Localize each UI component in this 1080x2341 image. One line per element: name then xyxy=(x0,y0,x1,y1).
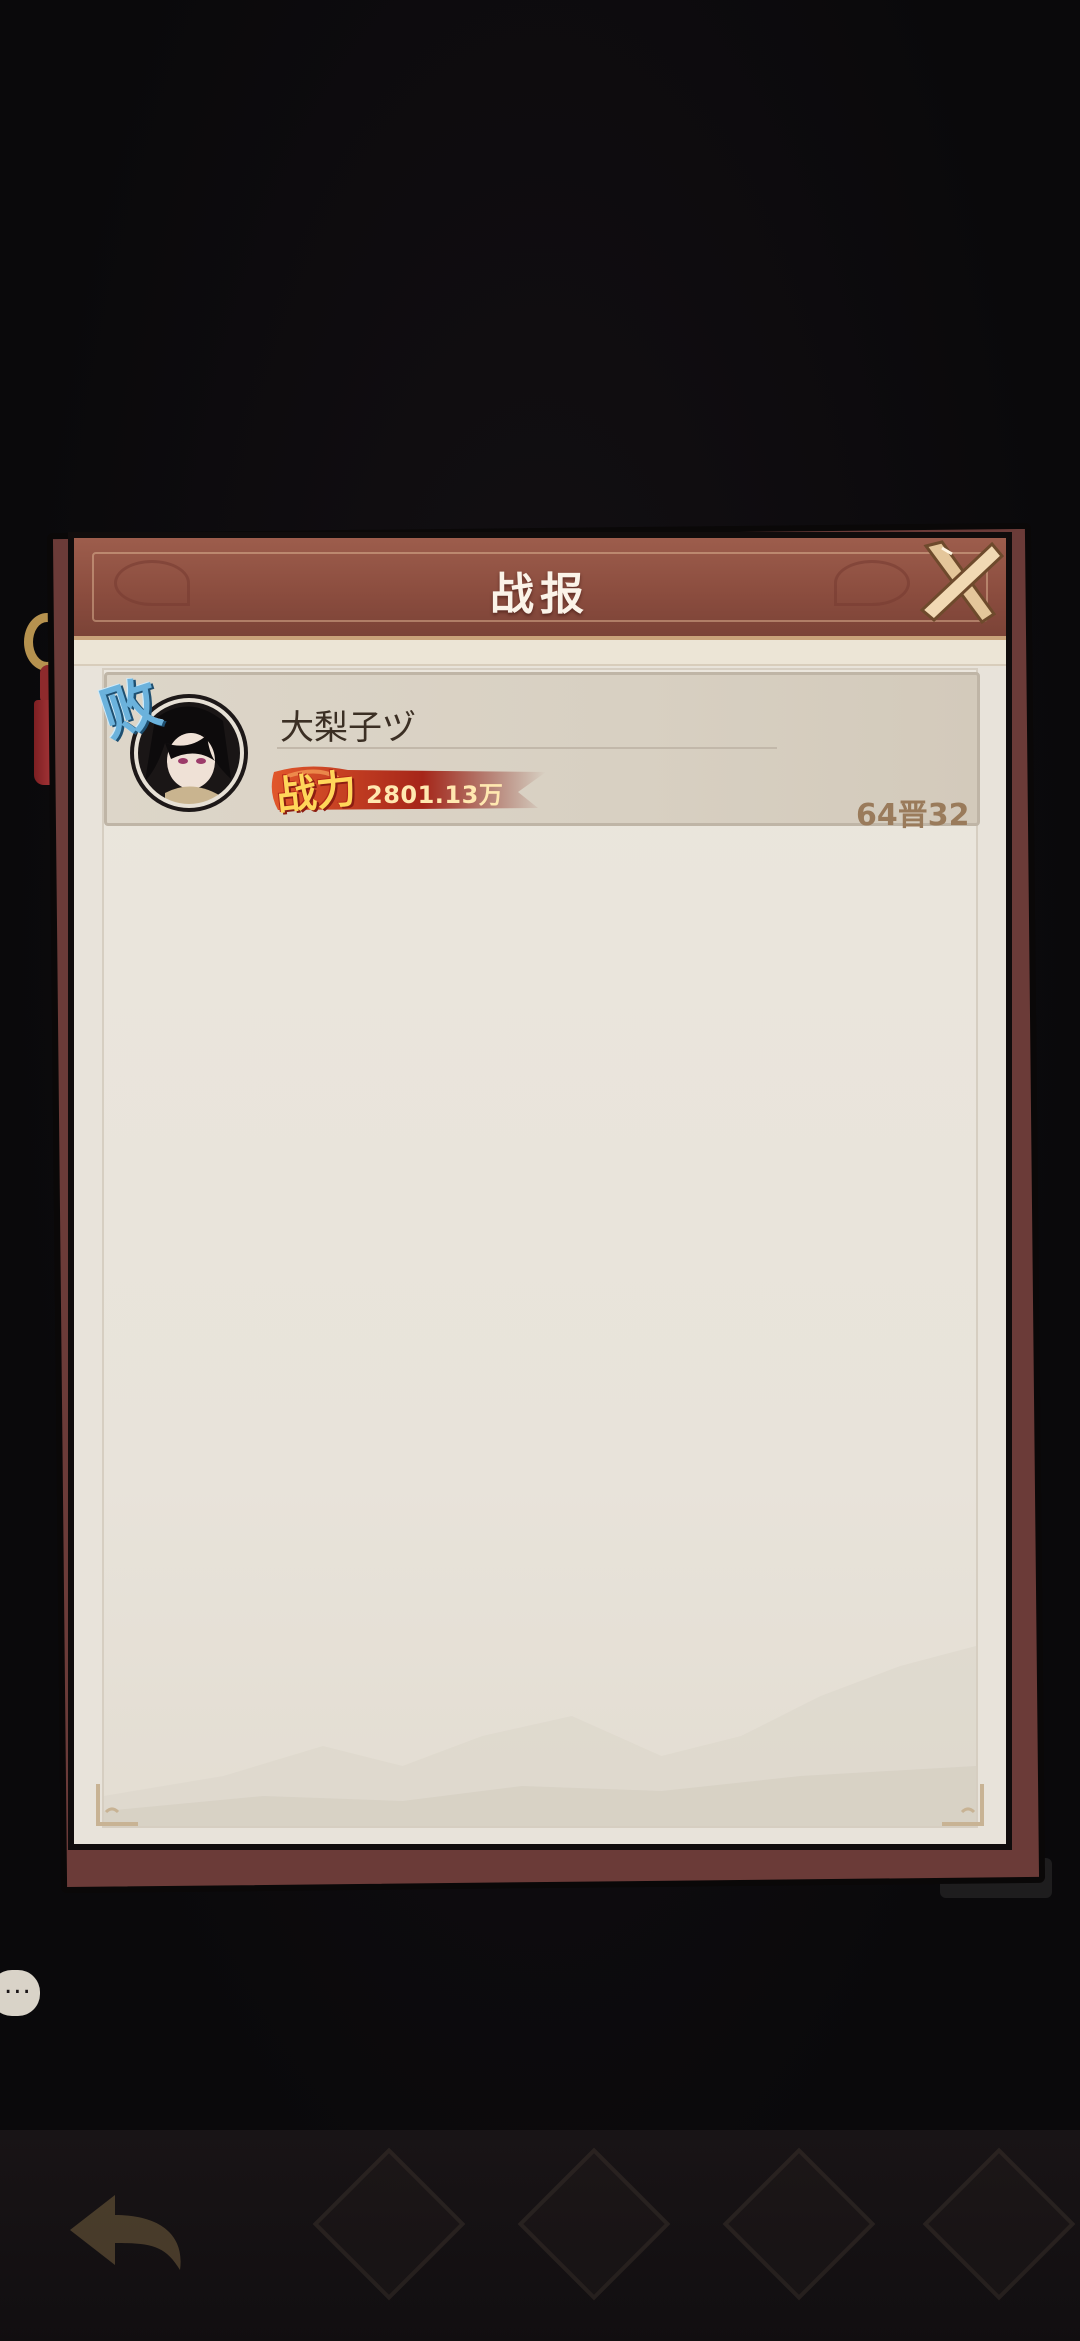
mountain-decoration xyxy=(104,1646,976,1826)
corner-ornament xyxy=(942,1784,984,1826)
round-label: 64晋32 xyxy=(856,798,970,833)
record-list[interactable] xyxy=(102,668,978,1828)
background-nav-slot xyxy=(310,2147,466,2310)
power-label: 战力 xyxy=(274,764,359,821)
dialog-title: 战报 xyxy=(490,569,590,620)
background-nav-slot xyxy=(920,2147,1076,2310)
background-nav-slot xyxy=(720,2147,876,2310)
back-arrow-icon xyxy=(70,2195,181,2270)
power-value: 2801.13万 xyxy=(366,781,504,809)
player-name: 大梨子ヅ xyxy=(280,708,416,748)
chat-bubble-icon[interactable] xyxy=(0,1970,40,2016)
header-band xyxy=(74,640,1006,666)
screen: 战报 xyxy=(0,0,1080,2341)
close-x-icon[interactable] xyxy=(912,536,1008,628)
background-nav-slot xyxy=(515,2147,671,2310)
dialog-header: 战报 xyxy=(74,538,1006,640)
corner-ornament xyxy=(96,1784,138,1826)
